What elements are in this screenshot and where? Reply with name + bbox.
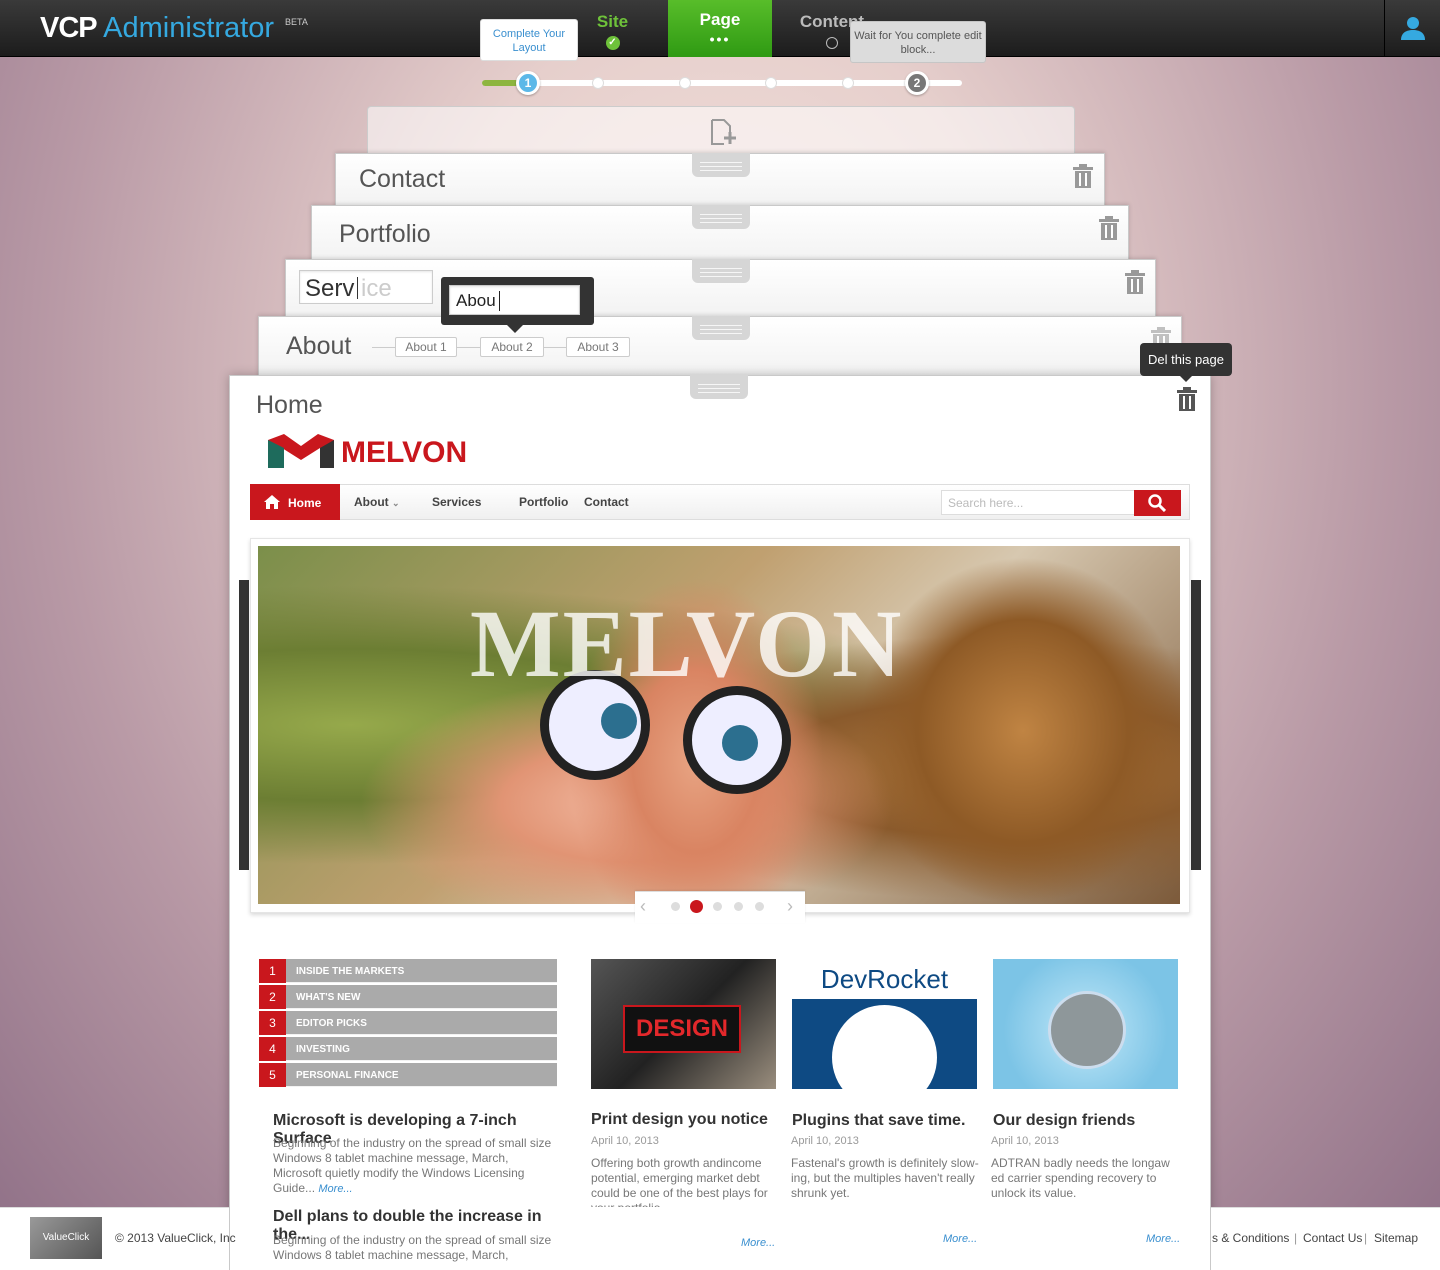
nav-services[interactable]: Services	[432, 495, 481, 509]
more-link-repeat[interactable]: More...	[943, 1233, 977, 1245]
drag-handle[interactable]	[692, 259, 750, 283]
dots-icon: •••	[709, 31, 731, 47]
footer-separator: |	[1364, 1231, 1368, 1245]
text-cursor	[357, 277, 358, 299]
hero-headline: MELVON	[470, 590, 904, 697]
list-item[interactable]: 4 INVESTING	[259, 1037, 557, 1061]
slider-dot[interactable]	[690, 900, 703, 913]
beta-badge: BETA	[285, 17, 308, 27]
copyright-text: © 2013 ValueClick, Inc	[115, 1231, 236, 1245]
step-page[interactable]: Page •••	[668, 0, 772, 57]
article-thumb-devrocket[interactable]: DevRocket	[792, 959, 977, 1110]
subpage-about-3[interactable]: About 3	[566, 337, 630, 357]
hero-goggle-right	[683, 686, 791, 794]
delete-page-tooltip: Del this page	[1140, 343, 1232, 382]
story-text-repeat: Beginning of the industry on the spread …	[273, 1233, 552, 1262]
list-item[interactable]: 3 EDITOR PICKS	[259, 1011, 557, 1035]
hero-dog	[858, 556, 1180, 904]
article-thumb-robot[interactable]	[993, 959, 1178, 1089]
site-search-button[interactable]	[1134, 490, 1181, 516]
home-icon	[264, 495, 280, 509]
footer-link-terms[interactable]: s & Conditions	[1212, 1231, 1289, 1245]
footer-separator: |	[1294, 1231, 1298, 1245]
article-title[interactable]: Our design friends	[993, 1112, 1135, 1130]
footer-link-sitemap[interactable]: Sitemap	[1374, 1231, 1418, 1245]
subpage-about-1[interactable]: About 1	[395, 337, 457, 357]
nav-portfolio[interactable]: Portfolio	[519, 495, 568, 509]
progress-knob-2[interactable]: 2	[905, 71, 929, 95]
text-cursor	[499, 291, 500, 311]
nav-home[interactable]: Home	[250, 484, 340, 520]
nav-contact[interactable]: Contact	[584, 495, 629, 509]
trash-icon[interactable]	[1098, 215, 1120, 241]
progress-step[interactable]	[592, 77, 604, 89]
chevron-down-icon: ⌄	[392, 498, 400, 508]
progress-knob-1[interactable]: 1	[516, 71, 540, 95]
subpage-about-2[interactable]: About 2	[480, 337, 544, 357]
more-link-repeat[interactable]: More...	[1146, 1233, 1180, 1245]
wait-tooltip: Wait for You complete edit block...	[850, 21, 986, 63]
melvon-logo-icon	[268, 434, 334, 468]
slider-dot[interactable]	[671, 902, 680, 911]
list-item[interactable]: 5 PERSONAL FINANCE	[259, 1063, 557, 1087]
article-date: April 10, 2013	[791, 1135, 859, 1147]
list-item[interactable]: 1 INSIDE THE MARKETS	[259, 959, 557, 983]
nav-about[interactable]: About ⌄	[354, 495, 400, 509]
article-text: Fastenal's growth is definitely slow-ing…	[791, 1156, 979, 1200]
progress-step[interactable]	[765, 77, 777, 89]
app-logo[interactable]: VCP Administrator	[40, 12, 274, 45]
robot-icon	[1048, 991, 1126, 1069]
step-site[interactable]: Site ✓	[575, 12, 650, 50]
search-icon	[1148, 494, 1167, 513]
more-link-repeat[interactable]: More...	[741, 1237, 775, 1249]
list-item[interactable]: 2 WHAT'S NEW	[259, 985, 557, 1009]
site-brand: MELVON	[341, 436, 468, 469]
subpage-edit-popup: Abou	[441, 277, 594, 333]
page-title-contact[interactable]: Contact	[359, 165, 445, 194]
article-title[interactable]: Plugins that save time.	[792, 1112, 965, 1130]
slider-dot[interactable]	[734, 902, 743, 911]
slider-rail-right	[1191, 580, 1201, 870]
subpage-name-input[interactable]: Abou	[449, 285, 580, 315]
rocket-icon	[832, 1005, 937, 1110]
story-text: Beginning of the industry on the spread …	[273, 1136, 552, 1195]
user-icon	[1401, 17, 1425, 40]
progress-step[interactable]	[679, 77, 691, 89]
article-date: April 10, 2013	[991, 1135, 1059, 1147]
progress-track	[482, 80, 962, 86]
drag-handle[interactable]	[692, 205, 750, 229]
drag-handle[interactable]	[690, 375, 748, 399]
footer-link-contact[interactable]: Contact Us	[1303, 1231, 1362, 1245]
progress-step[interactable]	[842, 77, 854, 89]
more-link[interactable]: More...	[318, 1183, 352, 1195]
trash-icon[interactable]	[1072, 163, 1094, 189]
footer-logo[interactable]: ValueClick	[30, 1217, 102, 1259]
add-page-icon	[711, 119, 736, 145]
slider-rail-left	[239, 580, 249, 870]
slider-dot[interactable]	[755, 902, 764, 911]
drag-handle[interactable]	[692, 153, 750, 177]
drag-handle[interactable]	[692, 316, 750, 340]
page-title-portfolio[interactable]: Portfolio	[339, 220, 431, 249]
trash-icon[interactable]	[1176, 386, 1198, 412]
complete-layout-tooltip: Complete Your Layout	[480, 19, 578, 61]
site-search-input[interactable]: Search here...	[941, 490, 1135, 515]
article-title[interactable]: Print design you notice	[591, 1111, 768, 1129]
article-text: ADTRAN badly needs the longaw ed carrier…	[991, 1156, 1170, 1200]
clock-icon	[826, 37, 838, 49]
page-title-home[interactable]: Home	[256, 391, 323, 420]
article-thumb-design[interactable]: DESIGN	[591, 959, 776, 1089]
check-icon: ✓	[605, 36, 620, 50]
slider-prev-arrow[interactable]: ‹	[640, 896, 646, 917]
page-name-input-service[interactable]: Serv ice	[299, 270, 433, 304]
slider-dot[interactable]	[713, 902, 722, 911]
article-date: April 10, 2013	[591, 1135, 659, 1147]
slider-next-arrow[interactable]: ›	[787, 896, 793, 917]
page-title-about[interactable]: About	[286, 332, 351, 361]
user-button[interactable]	[1384, 0, 1440, 57]
trash-icon[interactable]	[1124, 269, 1146, 295]
